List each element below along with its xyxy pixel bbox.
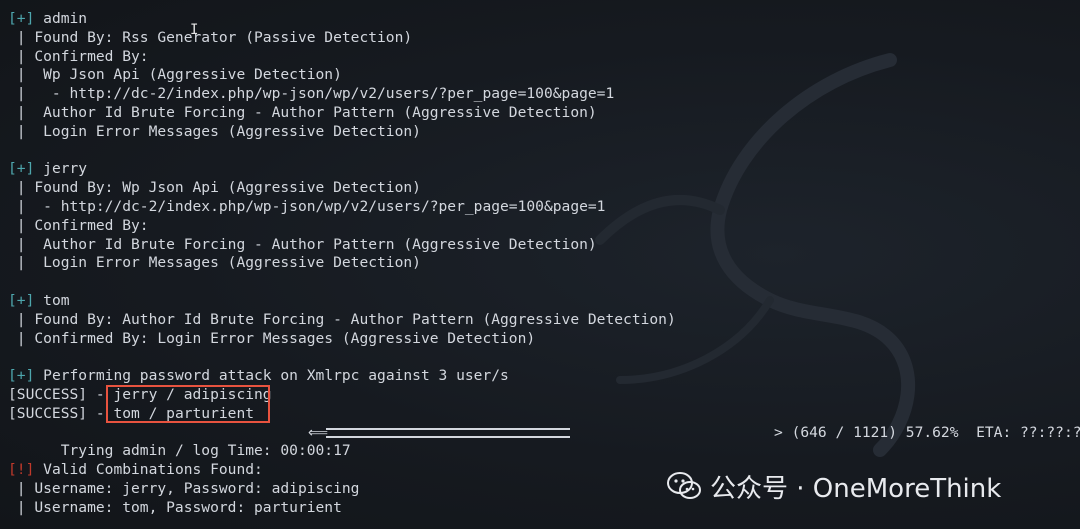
detail-line: | Found By: Author Id Brute Forcing - Au… — [8, 310, 676, 328]
arrow-left-icon: ⟸ — [308, 424, 329, 441]
attack-line: [+] Performing password attack on Xmlrpc… — [8, 367, 676, 386]
username: tom — [43, 291, 70, 309]
username: admin — [43, 10, 88, 27]
username: jerry — [43, 160, 88, 178]
detail-line: | Login Error Messages (Aggressive Detec… — [8, 122, 421, 140]
plus-marker: [+] — [8, 367, 35, 385]
user-header-tom: [+] tom — [8, 292, 676, 311]
attack-text: Performing password attack on Xmlrpc aga… — [43, 367, 509, 385]
detail-line: | Author Id Brute Forcing - Author Patte… — [8, 235, 597, 253]
detail-line: | Author Id Brute Forcing - Author Patte… — [8, 103, 597, 121]
plus-marker: [+] — [8, 160, 35, 178]
credentials-highlight-box — [106, 385, 270, 423]
plus-marker: [+] — [8, 291, 35, 309]
valid-item: | Username: jerry, Password: adipiscing — [8, 479, 360, 497]
detail-line: | Confirmed By: — [8, 216, 149, 234]
user-header-jerry: [+] jerry — [8, 160, 676, 179]
wechat-watermark: 公众号 · OneMoreThink — [666, 468, 1001, 504]
terminal-output: [+] admin | Found By: Rss Generator (Pas… — [8, 10, 1080, 518]
terminal-window[interactable]: I [+] admin | Found By: Rss Generator (P… — [0, 0, 1080, 529]
bang-marker: [!] — [8, 461, 35, 479]
detail-line: | Confirmed By: — [8, 47, 149, 65]
wechat-icon — [667, 472, 701, 499]
detail-line: | Found By: Rss Generator (Passive Detec… — [8, 28, 413, 46]
valid-item: | Username: tom, Password: parturient — [8, 498, 342, 516]
plus-marker: [+] — [8, 10, 35, 27]
success-prefix: [SUCCESS] - — [8, 385, 114, 403]
valid-header: [!] Valid Combinations Found: — [8, 461, 676, 480]
progress-status: Trying admin / log Time: 00:00:17 — [60, 442, 351, 460]
detail-line: | Login Error Messages (Aggressive Detec… — [8, 254, 421, 272]
detail-line: | - http://dc-2/index.php/wp-json/wp/v2/… — [8, 85, 615, 103]
detail-line: | Confirmed By: Login Error Messages (Ag… — [8, 329, 536, 347]
detail-line: | Found By: Wp Json Api (Aggressive Dete… — [8, 179, 421, 197]
progress-bar: ⟸ — [308, 424, 570, 443]
valid-text: Valid Combinations Found: — [43, 461, 263, 479]
success-prefix: [SUCCESS] - — [8, 404, 114, 422]
watermark-text: 公众号 · OneMoreThink — [710, 473, 1002, 504]
progress-eta: > (646 / 1121) 57.62% ETA: ??:??:?? — [774, 423, 1080, 441]
user-header-admin: [+] admin — [8, 10, 676, 29]
progress-line: Trying admin / log Time: 00:00:17 ⟸ > (6… — [8, 424, 1080, 460]
detail-line: | Wp Json Api (Aggressive Detection) — [8, 66, 342, 84]
detail-line: | - http://dc-2/index.php/wp-json/wp/v2/… — [8, 197, 606, 215]
